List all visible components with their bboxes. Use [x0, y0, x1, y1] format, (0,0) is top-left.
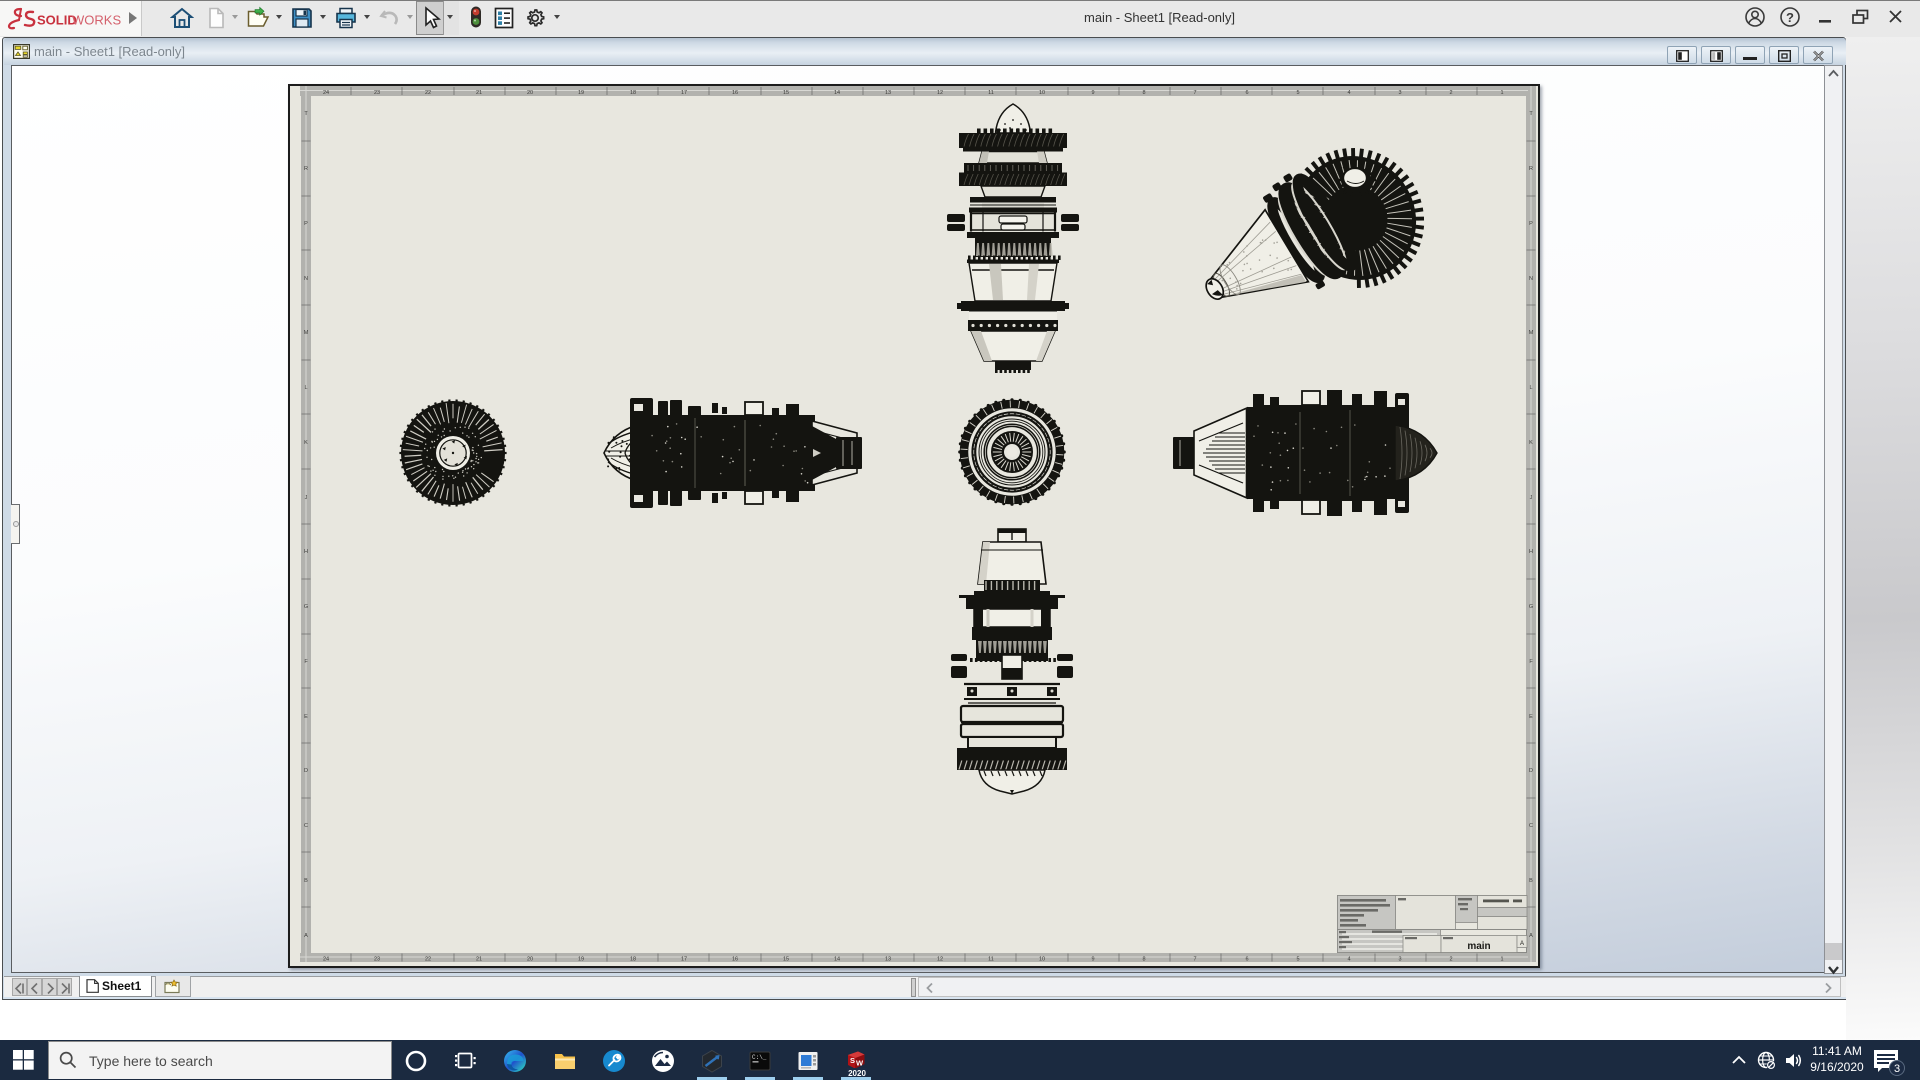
- svg-text:?: ?: [1786, 10, 1794, 25]
- svg-text:SOLID: SOLID: [37, 13, 77, 28]
- svg-text:W: W: [856, 1059, 864, 1068]
- svg-text:WORKS: WORKS: [72, 13, 121, 28]
- svg-text:C:\_: C:\_: [752, 1054, 767, 1061]
- svg-text:3: 3: [1894, 1063, 1900, 1075]
- svg-text:S: S: [850, 1056, 855, 1065]
